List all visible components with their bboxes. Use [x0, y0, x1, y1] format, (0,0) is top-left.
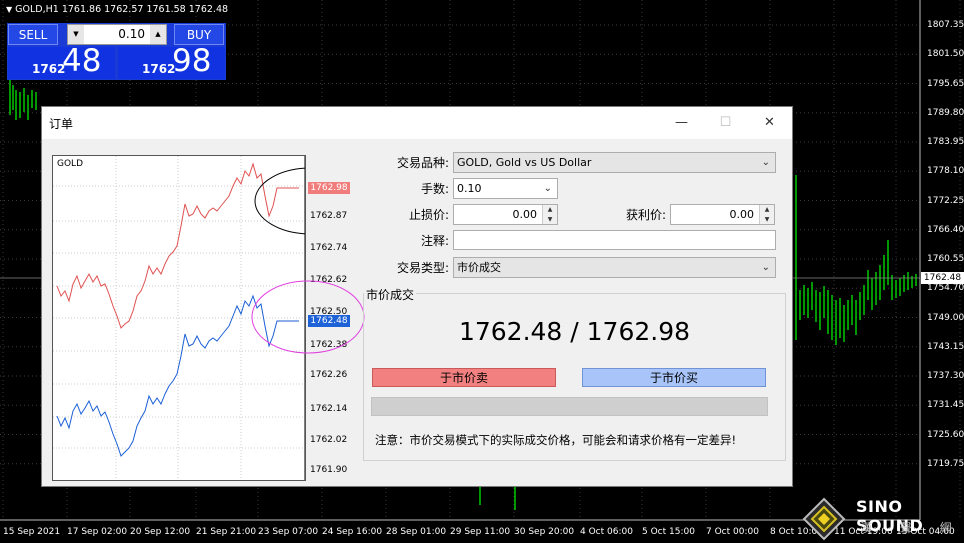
lot-size-stepper[interactable]: ▼ 0.10 ▲: [67, 24, 167, 45]
buy-price[interactable]: 1762 98: [118, 43, 225, 79]
time-axis-label: 23 Sep 07:00: [258, 527, 319, 537]
bid-highlight-circle: [251, 280, 365, 354]
sell-price-prefix: 1762: [32, 62, 66, 76]
close-button[interactable]: ✕: [747, 107, 792, 139]
time-axis-label: 15 Sep 2021: [3, 527, 61, 537]
price-axis-label: 1789.80: [927, 107, 964, 118]
symbol-info: ▼ GOLD,H1 1761.86 1762.57 1761.58 1762.48: [6, 4, 229, 15]
bid-ask-price: 1762.48 / 1762.98: [458, 317, 691, 346]
tick-chart-price-label: 1762.02: [310, 435, 348, 445]
symbol-label: 交易品种:: [396, 156, 449, 170]
time-axis-label: 7 Oct 00:00: [706, 527, 759, 537]
tick-chart-price-label: 1761.90: [310, 465, 348, 475]
volume-label: 手数:: [420, 182, 449, 196]
volume-value: 0.10: [457, 182, 482, 195]
price-axis-label: 1719.75: [927, 458, 964, 469]
buy-price-pips: 98: [172, 43, 212, 79]
price-axis-label: 1725.60: [927, 429, 964, 440]
sino-sound-logo: SINO SOUND 漢 聲 網: [800, 495, 964, 543]
symbol-select[interactable]: GOLD, Gold vs US Dollar ⌄: [453, 152, 776, 173]
price-axis-label: 1737.30: [927, 371, 964, 381]
price-axis-label: 1743.15: [927, 341, 964, 352]
time-axis-label: 20 Sep 12:00: [130, 527, 191, 537]
price-axis-label: 1754.70: [927, 283, 964, 294]
sell-button[interactable]: SELL: [8, 24, 58, 45]
logo-subtext: 漢 聲 網: [860, 521, 964, 535]
take-profit-value: 0.00: [729, 208, 755, 221]
stop-loss-field[interactable]: 0.00 ▲ ▼: [453, 204, 558, 225]
buy-price-prefix: 1762: [142, 62, 176, 76]
lot-size-value[interactable]: 0.10: [86, 25, 148, 44]
maximize-button[interactable]: ☐: [703, 107, 748, 139]
market-execution-title: 市价成交: [364, 286, 417, 303]
down-arrow-icon: ▼: [547, 215, 553, 223]
time-axis-label: 28 Sep 01:00: [386, 527, 447, 537]
price-axis-label: 1760.55: [927, 254, 964, 264]
up-arrow-icon: ▲: [764, 206, 770, 213]
time-axis-label: 30 Sep 20:00: [514, 527, 575, 537]
time-axis-label: 17 Sep 02:00: [67, 527, 128, 537]
price-axis-label: 1766.40: [927, 224, 964, 235]
execution-notice: 注意：市价交易模式下的实际成交价格，可能会和请求价格有一定差异!: [375, 433, 737, 447]
time-axis-label: 5 Oct 15:00: [642, 527, 695, 537]
order-type-value: 市价成交: [457, 261, 501, 274]
volume-select[interactable]: 0.10 ⌄: [453, 178, 558, 199]
time-axis-label: 4 Oct 06:00: [580, 527, 633, 537]
tick-chart-symbol: GOLD: [57, 159, 84, 169]
order-type-label: 交易类型:: [396, 261, 449, 275]
order-type-select[interactable]: 市价成交 ⌄: [453, 257, 776, 278]
price-axis-label: 1772.25: [927, 195, 964, 206]
diamond-logo-icon: [802, 497, 846, 541]
buy-button[interactable]: BUY: [174, 24, 224, 45]
symbol-value: GOLD, Gold vs US Dollar: [457, 156, 592, 169]
increase-lot-icon[interactable]: ▲: [150, 25, 166, 44]
dialog-titlebar[interactable]: 订单 — ☐ ✕: [42, 107, 792, 139]
time-axis-label: 29 Sep 11:00: [450, 527, 511, 537]
price-axis-label: 1778.10: [927, 166, 964, 177]
chevron-down-icon: ⌄: [761, 157, 770, 168]
price-axis-label: 1807.35: [927, 20, 964, 30]
current-price-tag: 1762.48: [921, 272, 964, 284]
comment-field[interactable]: [453, 230, 776, 250]
dialog-title: 订单: [49, 117, 74, 131]
comment-label: 注释:: [420, 234, 449, 248]
minimize-button[interactable]: —: [659, 107, 704, 139]
price-axis-label: 1795.65: [927, 78, 964, 89]
take-profit-label: 获利价:: [625, 208, 666, 222]
price-axis-label: 1749.00: [927, 312, 964, 323]
price-axis-label: 1731.45: [927, 400, 964, 411]
one-click-panel: SELL ▼ 0.10 ▲ BUY 1762 48 1762 98: [7, 23, 226, 80]
chevron-down-icon: ⌄: [543, 183, 552, 194]
take-profit-spinner[interactable]: ▲ ▼: [759, 205, 774, 224]
stop-loss-value: 0.00: [512, 208, 538, 221]
buy-by-market-button[interactable]: 于市价买: [582, 368, 766, 387]
sell-price-pips: 48: [62, 43, 102, 79]
sell-by-market-button[interactable]: 于市价卖: [372, 368, 556, 387]
sell-price[interactable]: 1762 48: [8, 43, 115, 79]
tick-chart-price-label: 1762.14: [310, 404, 348, 414]
stop-loss-label: 止损价:: [408, 208, 449, 222]
decrease-lot-icon[interactable]: ▼: [68, 25, 84, 44]
time-axis-label: 21 Sep 21:00: [196, 527, 257, 537]
down-arrow-icon: ▼: [764, 215, 770, 223]
chevron-down-icon: ⌄: [761, 262, 770, 273]
tick-chart-price-label: 1762.26: [310, 370, 348, 380]
price-axis-label: 1783.95: [927, 137, 964, 147]
triangle-icon: ▼: [6, 5, 13, 14]
stop-loss-spinner[interactable]: ▲ ▼: [542, 205, 557, 224]
take-profit-field[interactable]: 0.00 ▲ ▼: [670, 204, 775, 225]
time-axis-label: 24 Sep 16:00: [322, 527, 383, 537]
ask-highlight-circle: [254, 167, 305, 235]
order-dialog: 订单 — ☐ ✕ GOLD 1762.87 1762.74 1762.62 1762.…: [41, 106, 793, 487]
execution-progress-bar: [371, 397, 768, 416]
up-arrow-icon: ▲: [547, 206, 553, 213]
price-axis-label: 1801.50: [927, 49, 964, 60]
